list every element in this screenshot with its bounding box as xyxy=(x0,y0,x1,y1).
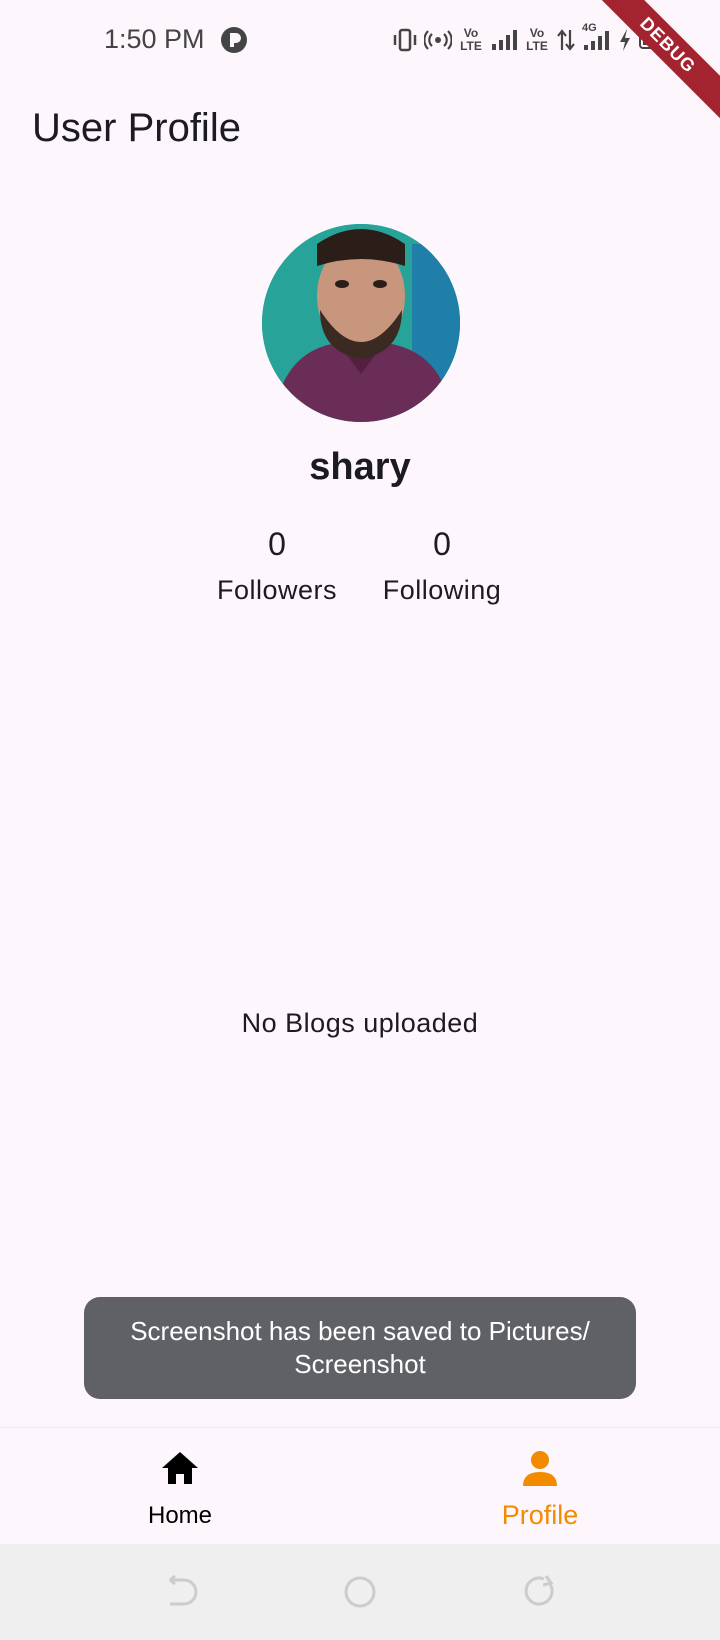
charging-icon xyxy=(618,24,632,56)
status-bar: 1:50 PM Vo LTE Vo LTE 4G xyxy=(0,0,720,80)
signal-4g-icon: 4G xyxy=(582,22,612,56)
following-stat[interactable]: 0 Following xyxy=(367,526,517,606)
home-circle-icon[interactable] xyxy=(342,1574,378,1610)
hotspot-icon xyxy=(424,24,452,56)
status-time: 1:50 PM xyxy=(104,24,205,54)
nav-item-home[interactable]: Home xyxy=(80,1428,280,1545)
volte-icon: Vo LTE xyxy=(460,26,482,53)
bottom-navigation: Home Profile xyxy=(0,1427,720,1545)
avatar-photo xyxy=(262,224,460,422)
data-arrows-icon xyxy=(556,24,576,56)
nav-item-profile[interactable]: Profile xyxy=(440,1428,640,1545)
nav-label-profile: Profile xyxy=(501,1500,579,1530)
network-label: 4G xyxy=(582,22,597,34)
system-navigation-bar xyxy=(0,1544,720,1640)
page-title: User Profile xyxy=(32,106,241,150)
toast-message: Screenshot has been saved to Pictures/ S… xyxy=(84,1297,636,1399)
followers-label: Followers xyxy=(216,575,338,605)
username: shary xyxy=(309,446,411,488)
empty-blogs-message: No Blogs uploaded xyxy=(241,1008,479,1038)
volte-icon-2: Vo LTE xyxy=(526,26,548,53)
avatar[interactable] xyxy=(262,224,460,422)
battery-icon xyxy=(638,24,680,56)
followers-stat[interactable]: 0 Followers xyxy=(202,526,352,606)
app-notification-icon xyxy=(221,27,247,53)
nav-label-home: Home xyxy=(147,1502,213,1529)
home-icon xyxy=(162,1452,198,1484)
followers-count: 0 xyxy=(268,526,286,562)
following-count: 0 xyxy=(433,526,451,562)
vibrate-icon xyxy=(392,24,418,56)
back-icon[interactable] xyxy=(162,1574,198,1610)
status-icons: Vo LTE Vo LTE 4G xyxy=(392,22,680,56)
recents-icon[interactable] xyxy=(522,1574,558,1610)
following-label: Following xyxy=(382,575,502,605)
signal-icon xyxy=(490,24,518,56)
person-icon xyxy=(523,1451,557,1486)
